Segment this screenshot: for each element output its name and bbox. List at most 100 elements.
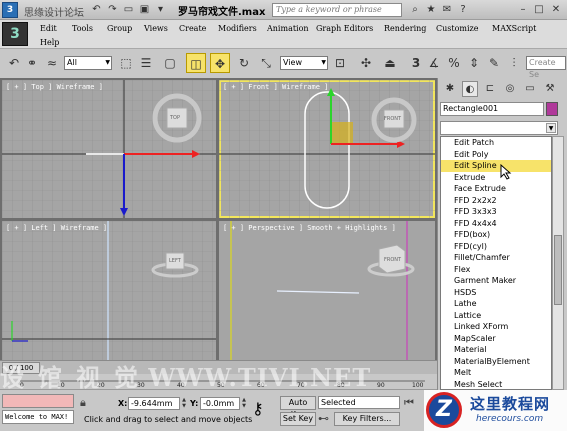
modifier-item-selected[interactable]: Edit Spline <box>441 160 551 172</box>
viewport-front[interactable]: FRONT [ + ] Front ] Wireframe ] <box>219 80 435 218</box>
object-color-swatch[interactable] <box>546 102 558 116</box>
auto-key-button[interactable]: Auto Key <box>280 396 316 419</box>
undo-button-icon[interactable]: ↶ <box>4 53 24 73</box>
menu-group[interactable]: Group <box>107 24 132 33</box>
mirror-icon[interactable]: ⫶ <box>504 53 524 73</box>
maxscript-listener-pink[interactable] <box>2 394 74 408</box>
modifier-item[interactable]: HSDS <box>441 287 551 299</box>
select-and-scale-icon[interactable]: ⤡ <box>256 53 276 73</box>
menu-graph-editors[interactable]: Graph Editors <box>316 24 373 33</box>
undo-icon[interactable]: ↶ <box>90 3 103 16</box>
key-mode-select[interactable]: Selected <box>318 396 400 409</box>
viewport-left-label[interactable]: [ + ] Left ] Wireframe ] <box>6 224 107 232</box>
viewcube-top-label[interactable]: TOP <box>170 115 180 121</box>
chevron-down-icon[interactable]: ▼ <box>546 123 556 133</box>
goto-start-icon[interactable]: ⏮ <box>404 396 414 410</box>
menu-customize[interactable]: Customize <box>436 24 479 33</box>
modifier-item[interactable]: MapScaler <box>441 333 551 345</box>
x-coordinate-input[interactable]: -9.644mm <box>128 397 180 410</box>
edit-named-selection-icon[interactable]: ✎ <box>484 53 504 73</box>
communication-icon[interactable]: ✉ <box>440 3 454 17</box>
display-tab-icon[interactable]: ▭ <box>522 81 538 97</box>
modify-tab-icon[interactable]: ◐ <box>462 81 478 97</box>
modifier-list-scrollbar[interactable] <box>552 136 564 390</box>
create-tab-icon[interactable]: ✱ <box>442 81 458 97</box>
menu-modifiers[interactable]: Modifiers <box>218 24 257 33</box>
modifier-item[interactable]: FFD 3x3x3 <box>441 206 551 218</box>
menu-edit[interactable]: Edit <box>40 24 57 33</box>
modifier-item[interactable]: Flex <box>441 264 551 276</box>
modifier-item[interactable]: Lathe <box>441 298 551 310</box>
snaps-toggle-icon[interactable]: 3 <box>406 53 426 73</box>
select-and-rotate-icon[interactable]: ↻ <box>234 53 254 73</box>
redo-icon[interactable]: ↷ <box>106 3 119 16</box>
set-key-button[interactable]: Set Key <box>280 412 316 426</box>
named-selection-input[interactable]: Create Se <box>526 56 566 79</box>
minimize-icon[interactable]: – <box>516 3 530 17</box>
modifier-item[interactable]: Fillet/Chamfer <box>441 252 551 264</box>
maxscript-listener-white[interactable]: Welcome to MAX! <box>2 410 74 424</box>
close-icon[interactable]: ✕ <box>549 3 563 17</box>
modifier-item[interactable]: Extrude <box>441 172 551 184</box>
link-icon[interactable]: ⚭ <box>22 53 42 73</box>
modifier-item[interactable]: Face Extrude <box>441 183 551 195</box>
save-icon[interactable]: ▣ <box>138 3 151 16</box>
lock-selection-icon[interactable]: 🔒︎ <box>80 396 86 410</box>
menu-rendering[interactable]: Rendering <box>384 24 426 33</box>
utilities-tab-icon[interactable]: ⚒ <box>542 81 558 97</box>
x-spinner-icon[interactable]: ▲ ▼ <box>181 397 187 410</box>
application-button[interactable]: 3 <box>2 22 28 46</box>
viewcube-left-label[interactable]: LEFT <box>169 258 181 264</box>
modifier-list-dropdown[interactable]: ▼ <box>440 121 558 135</box>
modifier-item[interactable]: Melt <box>441 367 551 379</box>
viewcube-persp-label[interactable]: FRONT <box>384 257 401 263</box>
key-filters-button[interactable]: Key Filters... <box>334 412 400 426</box>
y-coordinate-input[interactable]: -0.0mm <box>200 397 240 410</box>
menu-create[interactable]: Create <box>179 24 206 33</box>
set-key-icon[interactable]: ⚷ <box>252 399 264 418</box>
select-and-move-icon[interactable]: ✥ <box>210 53 230 73</box>
open-icon[interactable]: ▭ <box>122 3 135 16</box>
modifier-item[interactable]: Lattice <box>441 310 551 322</box>
reference-coord-select[interactable]: View ▼ <box>280 56 328 70</box>
hierarchy-tab-icon[interactable]: ⊏ <box>482 81 498 97</box>
motion-tab-icon[interactable]: ◎ <box>502 81 518 97</box>
menu-maxscript[interactable]: MAXScript <box>492 24 536 33</box>
menu-help[interactable]: Help <box>40 38 59 47</box>
binoculars-icon[interactable]: ⌕ <box>408 3 422 17</box>
menu-views[interactable]: Views <box>144 24 168 33</box>
modifier-item[interactable]: MaterialByElement <box>441 356 551 368</box>
angle-snap-icon[interactable]: ∡ <box>424 53 444 73</box>
modifier-item[interactable]: Linked XForm <box>441 321 551 333</box>
modifier-item[interactable]: FFD(cyl) <box>441 241 551 253</box>
region-select-icon[interactable]: ▢ <box>160 53 180 73</box>
window-crossing-icon[interactable]: ◫ <box>186 53 206 73</box>
percent-snap-icon[interactable]: % <box>444 53 464 73</box>
viewport-top-label[interactable]: [ + ] Top ] Wireframe ] <box>6 83 103 91</box>
viewport-top[interactable]: TOP [ + ] Top ] Wireframe ] <box>2 80 216 218</box>
select-object-icon[interactable]: ⬚ <box>116 53 136 73</box>
subscription-icon[interactable]: ★ <box>424 3 438 17</box>
scrollbar-thumb[interactable] <box>554 235 562 305</box>
modifier-item[interactable]: Garment Maker <box>441 275 551 287</box>
modifier-item[interactable]: Mesh Select <box>441 379 551 390</box>
selection-filter-select[interactable]: All ▼ <box>64 56 112 70</box>
menu-animation[interactable]: Animation <box>267 24 309 33</box>
manipulate-icon[interactable]: ✣ <box>356 53 376 73</box>
modifier-item[interactable]: FFD 2x2x2 <box>441 195 551 207</box>
help-icon[interactable]: ? <box>456 3 470 17</box>
select-by-name-icon[interactable]: ☰ <box>136 53 156 73</box>
y-spinner-icon[interactable]: ▲ ▼ <box>241 397 247 410</box>
pivot-center-icon[interactable]: ⊡ <box>330 53 350 73</box>
viewport-left[interactable]: LEFT [ + ] Left ] Wireframe ] <box>2 221 216 360</box>
modifier-item[interactable]: FFD 4x4x4 <box>441 218 551 230</box>
modifier-item[interactable]: Edit Poly <box>441 149 551 161</box>
object-name-field[interactable]: Rectangle001 <box>440 102 544 116</box>
viewport-perspective[interactable]: FRONT [ + ] Perspective ] Smooth + Highl… <box>219 221 435 360</box>
modifier-item[interactable]: Edit Patch <box>441 137 551 149</box>
viewport-perspective-label[interactable]: [ + ] Perspective ] Smooth + Highlights … <box>223 224 396 232</box>
menu-tools[interactable]: Tools <box>72 24 93 33</box>
search-input[interactable]: Type a keyword or phrase <box>272 3 402 17</box>
viewport-front-label[interactable]: [ + ] Front ] Wireframe ] <box>223 83 328 91</box>
modifier-item[interactable]: FFD(box) <box>441 229 551 241</box>
